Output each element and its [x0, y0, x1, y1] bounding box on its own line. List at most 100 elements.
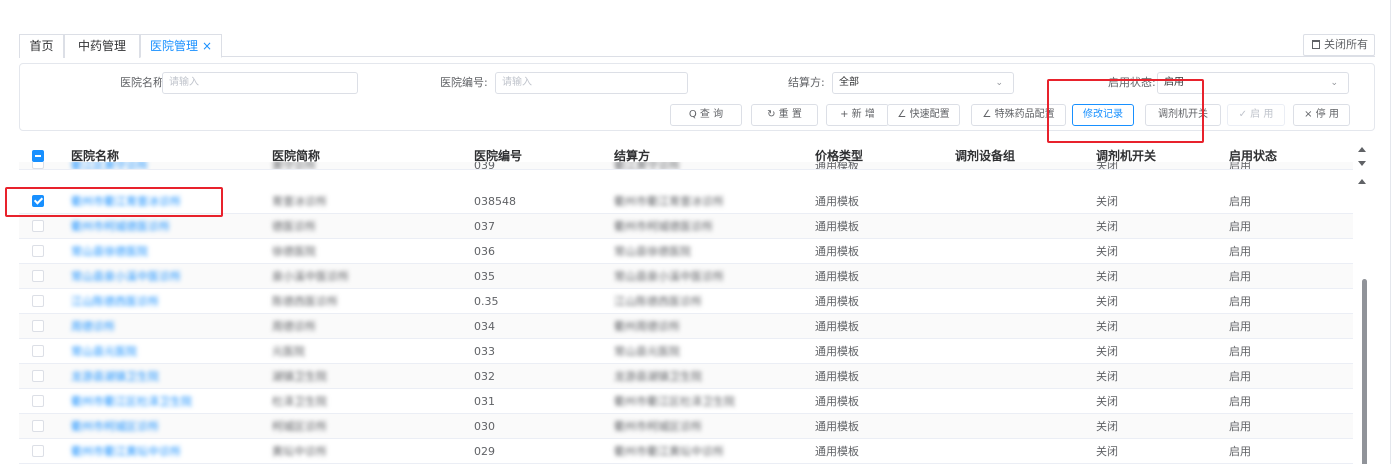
modify-log-button[interactable]: 修改记录 [1072, 104, 1134, 126]
close-all-button[interactable]: 关闭所有 [1303, 34, 1375, 56]
cell-hospital-short: 黄坛中诊所 [272, 445, 327, 458]
table-row[interactable]: 衢江区黄守诊所 黄守诊所 039 衢江黄守诊所 通用模板 关闭 启用 [19, 162, 1353, 170]
row-checkbox[interactable] [32, 320, 44, 332]
dispense-switch-button[interactable]: 调剂机开关 [1145, 104, 1221, 126]
table-row[interactable]: 常山县徐德医院 徐德医院 036 常山县徐德医院 通用模板 关闭 启用 [19, 239, 1353, 264]
disable-button[interactable]: × 停 用 [1293, 104, 1350, 126]
tab-home-label: 首页 [29, 39, 54, 53]
hospital-name-input[interactable]: 请输入 [162, 72, 358, 94]
cell-hospital-name[interactable]: 衢州市柯城区诊所 [71, 414, 159, 439]
cell-hospital-code: 030 [474, 420, 495, 433]
search-button[interactable]: Q 查 询 [670, 104, 742, 126]
scroll-up-icon[interactable] [1358, 179, 1366, 184]
cell-settlement: 常山县泉小溪中医诊所 [614, 270, 724, 283]
cell-enable-status: 启用 [1229, 370, 1251, 383]
cell-hospital-code: 037 [474, 220, 495, 233]
close-all-label: 关闭所有 [1324, 38, 1368, 51]
cell-price-type: 通用模板 [815, 320, 859, 333]
tab-home[interactable]: 首页 [19, 34, 64, 58]
cell-hospital-name[interactable]: 周德诊所 [71, 314, 115, 339]
cell-hospital-short: 元医院 [272, 345, 305, 358]
row-checkbox[interactable] [32, 420, 44, 432]
cell-hospital-name[interactable]: 江山陈德西医诊所 [71, 289, 159, 314]
cell-dispense-switch: 关闭 [1096, 445, 1118, 458]
settlement-value: 全部 [839, 77, 859, 88]
table-row[interactable]: 衢州市衢江区杜泽卫生院 杜泽卫生院 031 衢州市衢江区杜泽卫生院 通用模板 关闭 启用 [19, 389, 1353, 414]
tab-herb-management[interactable]: 中药管理 [64, 34, 140, 58]
reset-button[interactable]: ↻ 重 置 [751, 104, 818, 126]
cell-settlement: 衢州市衢江黄坛中诊所 [614, 445, 724, 458]
table-row[interactable]: 周德诊所 周德诊所 034 衢州周德诊所 通用模板 关闭 启用 [19, 314, 1353, 339]
cell-hospital-short: 柯城区诊所 [272, 420, 327, 433]
row-checkbox[interactable] [32, 245, 44, 257]
row-checkbox[interactable] [32, 370, 44, 382]
cell-settlement: 衢州市柯城德医诊所 [614, 220, 713, 233]
cell-enable-status: 启用 [1229, 295, 1251, 308]
table-row[interactable]: 衢州市柯城德医诊所 德医诊所 037 衢州市柯城德医诊所 通用模板 关闭 启用 [19, 214, 1353, 239]
table-row[interactable]: 常山县泉小溪中医诊所 泉小溪中医诊所 035 常山县泉小溪中医诊所 通用模板 关闭 启用 [19, 264, 1353, 289]
row-checkbox[interactable] [32, 195, 44, 207]
settlement-select[interactable]: 全部 ⌄ [832, 72, 1014, 94]
status-select[interactable]: 启用 ⌄ [1157, 72, 1349, 94]
table-row[interactable]: 衢州市衢江育壹冰诊所 育壹冰诊所 038548 衢州市衢江育壹冰诊所 通用模板 关闭 启用 [19, 189, 1353, 214]
cell-hospital-code: 038548 [474, 195, 516, 208]
cell-hospital-name[interactable]: 常山县元医院 [71, 339, 137, 364]
table-row[interactable]: 江山陈德西医诊所 陈德西医诊所 0.35 江山陈德西医诊所 通用模板 关闭 启用 [19, 289, 1353, 314]
quick-config-button[interactable]: ∠ 快速配置 [887, 104, 960, 126]
table-row[interactable]: 衢州市衢江黄坛中诊所 黄坛中诊所 029 衢州市衢江黄坛中诊所 通用模板 关闭 启用 [19, 439, 1353, 464]
cell-dispense-switch: 关闭 [1096, 195, 1118, 208]
cell-hospital-name[interactable]: 衢州市衢江育壹冰诊所 [71, 189, 181, 214]
row-checkbox[interactable] [32, 270, 44, 282]
trash-icon [1312, 40, 1320, 49]
row-checkbox[interactable] [32, 445, 44, 457]
vertical-scrollbar[interactable] [1357, 144, 1369, 464]
row-checkbox[interactable] [32, 395, 44, 407]
cell-dispense-switch: 关闭 [1096, 270, 1118, 283]
cell-hospital-name[interactable]: 常山县徐德医院 [71, 239, 148, 264]
cell-enable-status: 启用 [1229, 270, 1251, 283]
row-checkbox[interactable] [32, 220, 44, 232]
add-button[interactable]: + 新 增 [826, 104, 889, 126]
cell-settlement: 衢州周德诊所 [614, 320, 680, 333]
cell-dispense-switch: 关闭 [1096, 220, 1118, 233]
scroll-up-icon[interactable] [1358, 147, 1366, 152]
cell-settlement: 常山县元医院 [614, 345, 680, 358]
cell-hospital-name[interactable]: 衢州市衢江区杜泽卫生院 [71, 389, 192, 414]
cell-price-type: 通用模板 [815, 220, 859, 233]
cell-hospital-name[interactable]: 衢江区黄守诊所 [71, 162, 148, 169]
cell-price-type: 通用模板 [815, 195, 859, 208]
row-checkbox[interactable] [32, 345, 44, 357]
cell-enable-status: 启用 [1229, 395, 1251, 408]
cell-enable-status: 启用 [1229, 220, 1251, 233]
enable-button[interactable]: ✓ 启 用 [1227, 104, 1285, 126]
cell-hospital-short: 黄守诊所 [272, 162, 316, 170]
cell-hospital-name[interactable]: 龙游县湖镇卫生院 [71, 364, 159, 389]
table-row[interactable]: 衢州市柯城区诊所 柯城区诊所 030 衢州市柯城区诊所 通用模板 关闭 启用 [19, 414, 1353, 439]
cell-settlement: 常山县徐德医院 [614, 245, 691, 258]
cell-hospital-name[interactable]: 常山县泉小溪中医诊所 [71, 264, 181, 289]
chevron-down-icon: ⌄ [1330, 78, 1338, 88]
select-all-checkbox[interactable] [32, 150, 44, 162]
row-checkbox[interactable] [32, 162, 44, 169]
tab-hospital-management[interactable]: 医院管理 × [140, 34, 222, 58]
cell-enable-status: 启用 [1229, 420, 1251, 433]
tab-close-icon[interactable]: × [202, 39, 212, 53]
scrollbar-thumb[interactable] [1362, 279, 1367, 464]
cell-hospital-short: 育壹冰诊所 [272, 195, 327, 208]
cell-hospital-short: 杜泽卫生院 [272, 395, 327, 408]
table-row[interactable]: 常山县元医院 元医院 033 常山县元医院 通用模板 关闭 启用 [19, 339, 1353, 364]
cell-hospital-name[interactable]: 衢州市柯城德医诊所 [71, 214, 170, 239]
cell-hospital-name[interactable]: 衢州市衢江黄坛中诊所 [71, 439, 181, 464]
hospital-code-input[interactable]: 请输入 [495, 72, 688, 94]
cell-hospital-code: 033 [474, 345, 495, 358]
cell-hospital-code: 032 [474, 370, 495, 383]
cell-price-type: 通用模板 [815, 245, 859, 258]
cell-hospital-code: 031 [474, 395, 495, 408]
cell-dispense-switch: 关闭 [1096, 395, 1118, 408]
special-drug-config-button[interactable]: ∠ 特殊药品配置 [971, 104, 1066, 126]
scroll-down-icon[interactable] [1358, 161, 1366, 166]
cell-hospital-short: 泉小溪中医诊所 [272, 270, 349, 283]
table-row[interactable]: 龙游县湖镇卫生院 湖镇卫生院 032 龙游县湖镇卫生院 通用模板 关闭 启用 [19, 364, 1353, 389]
row-checkbox[interactable] [32, 295, 44, 307]
cell-hospital-short: 湖镇卫生院 [272, 370, 327, 383]
